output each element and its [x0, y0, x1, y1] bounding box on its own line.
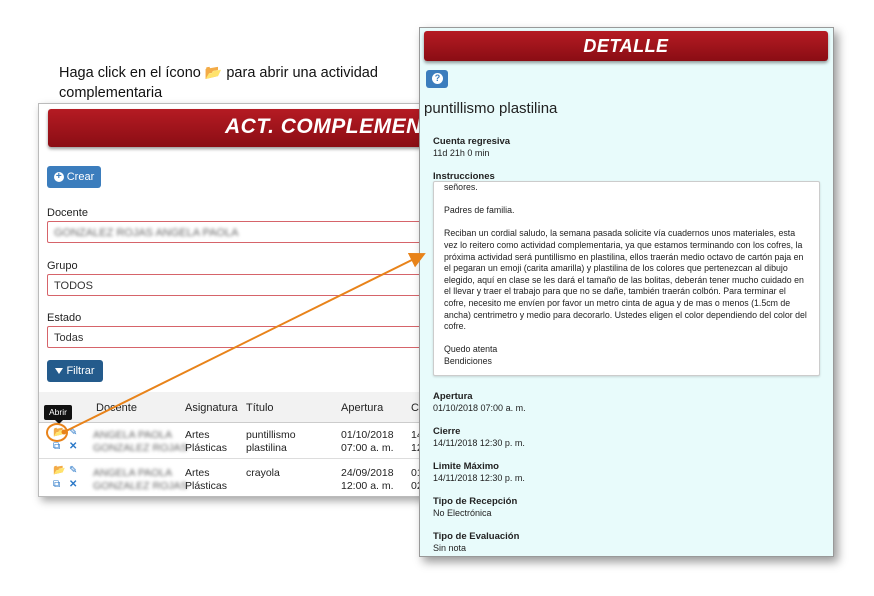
detail-panel: DETALLE ? puntillismo plastilina Cuenta …: [419, 27, 834, 557]
detail-header: DETALLE: [424, 31, 828, 61]
copy-icon[interactable]: ⧉: [53, 442, 60, 452]
create-button[interactable]: + Crear: [47, 166, 101, 188]
col-apertura[interactable]: Apertura: [341, 402, 383, 414]
create-button-label: Crear: [66, 171, 95, 183]
instruction-before: Haga click en el ícono: [59, 65, 201, 81]
limit-value: 14/11/2018 12:30 p. m.: [433, 473, 525, 483]
delete-icon[interactable]: ✕: [69, 442, 77, 452]
instr-gap: [444, 333, 809, 345]
table-header: Docente Asignatura Título Apertura Ci: [39, 392, 439, 423]
instr-line: Quedo atenta: [444, 344, 498, 355]
filter-button-label: Filtrar: [66, 365, 95, 377]
filter-icon: [55, 368, 64, 374]
instr-line: señores.: [444, 182, 478, 192]
col-titulo[interactable]: Título: [246, 402, 274, 414]
estado-value: Todas: [54, 332, 84, 344]
countdown-value: 11d 21h 0 min: [433, 148, 490, 158]
docente-label: Docente: [47, 207, 88, 219]
copy-icon[interactable]: ⧉: [53, 480, 60, 490]
row-apertura: 01/10/2018 07:00 a. m.: [341, 429, 394, 454]
instr-line: Bendiciones: [444, 355, 492, 366]
instr-gap: [444, 194, 809, 206]
folder-open-icon: 📂: [204, 64, 223, 80]
activity-title: puntillismo plastilina: [424, 100, 558, 117]
table-row[interactable]: 📂 ✎ ⧉ ✕ ANGELA PAOLA GONZALEZ ROJAS Arte…: [39, 464, 439, 496]
activities-panel: ACT. COMPLEMENTARIAS + Crear Docente GON…: [38, 103, 440, 497]
delete-icon[interactable]: ✕: [69, 480, 77, 490]
instructions-box[interactable]: señores. Padres de familia. Reciban un c…: [433, 181, 820, 376]
grupo-label: Grupo: [47, 260, 78, 272]
help-button[interactable]: ?: [426, 70, 448, 88]
estado-select[interactable]: Todas: [47, 326, 427, 348]
row-docente: ANGELA PAOLA GONZALEZ ROJAS: [93, 429, 188, 454]
opening-label: Apertura: [433, 391, 473, 402]
opening-value: 01/10/2018 07:00 a. m.: [433, 403, 526, 413]
row-divider: [39, 458, 439, 459]
grupo-value: TODOS: [54, 280, 93, 292]
closing-value: 14/11/2018 12:30 p. m.: [433, 438, 525, 448]
instr-line: Padres de familia.: [444, 205, 515, 216]
row-titulo: crayola: [246, 467, 280, 479]
reception-label: Tipo de Recepción: [433, 496, 518, 507]
reception-value: No Electrónica: [433, 508, 492, 518]
row-asignatura: Artes Plásticas: [185, 429, 228, 454]
instr-paragraph: Reciban un cordial saludo, la semana pas…: [444, 228, 807, 332]
row-asignatura: Artes Plásticas: [185, 467, 228, 492]
docente-value: GONZALEZ ROJAS ANGELA PAOLA: [54, 227, 239, 239]
instruction-text: Haga click en el ícono 📂 para abrir una …: [59, 62, 399, 103]
closing-label: Cierre: [433, 426, 461, 437]
activities-header: ACT. COMPLEMENTARIAS: [48, 109, 439, 147]
col-docente[interactable]: Docente: [96, 402, 137, 414]
open-tooltip: Abrir: [44, 405, 72, 424]
question-icon: ?: [432, 73, 443, 84]
grupo-select[interactable]: TODOS: [47, 274, 427, 296]
estado-label: Estado: [47, 312, 82, 324]
instr-gap: [444, 217, 809, 229]
col-asignatura[interactable]: Asignatura: [185, 402, 238, 414]
edit-icon[interactable]: ✎: [69, 428, 77, 438]
countdown-label: Cuenta regresiva: [433, 136, 511, 147]
filter-button[interactable]: Filtrar: [47, 360, 103, 382]
highlight-circle: [46, 423, 68, 442]
row-titulo: puntillismo plastilina: [246, 429, 296, 454]
activities-title: ACT. COMPLEMENTARIAS: [225, 115, 439, 138]
table-row[interactable]: 📂 ✎ ⧉ ✕ ANGELA PAOLA GONZALEZ ROJAS Arte…: [39, 426, 439, 458]
docente-select[interactable]: GONZALEZ ROJAS ANGELA PAOLA: [47, 221, 427, 243]
row-docente: ANGELA PAOLA GONZALEZ ROJAS: [93, 467, 188, 492]
open-folder-icon[interactable]: 📂: [53, 466, 65, 476]
evaluation-label: Tipo de Evaluación: [433, 531, 520, 542]
limit-label: Limite Máximo: [433, 461, 499, 472]
plus-circle-icon: +: [53, 172, 64, 182]
row-apertura: 24/09/2018 12:00 a. m.: [341, 467, 394, 492]
evaluation-value: Sin nota: [433, 543, 467, 553]
edit-icon[interactable]: ✎: [69, 466, 77, 476]
